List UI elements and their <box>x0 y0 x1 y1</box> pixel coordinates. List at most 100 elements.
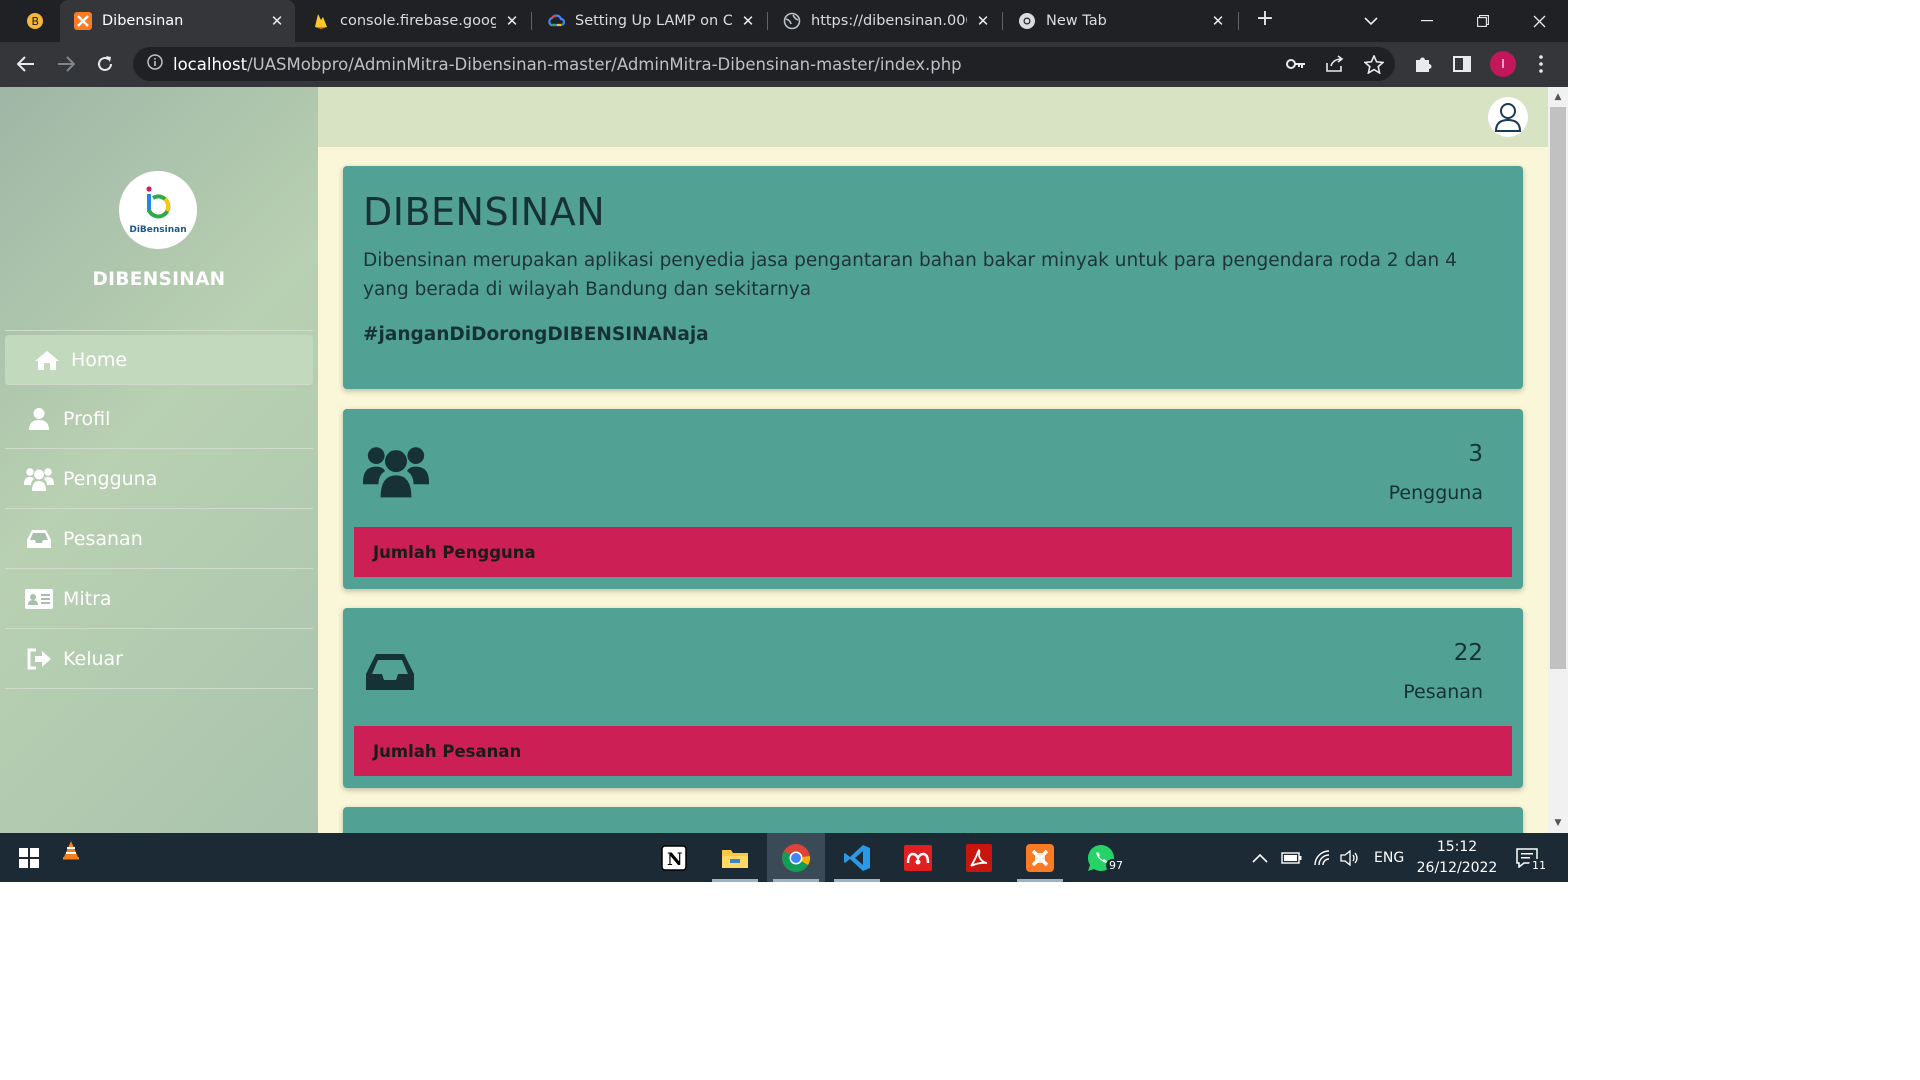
wifi-icon[interactable] <box>1313 833 1333 882</box>
address-bar[interactable]: localhost/UASMobpro/AdminMitra-Dibensina… <box>133 47 1395 81</box>
input-language[interactable]: ENG <box>1374 833 1404 882</box>
logo-text: DiBensinan <box>129 225 187 235</box>
volume-icon[interactable] <box>1340 833 1360 882</box>
side-panel-icon[interactable] <box>1450 52 1474 76</box>
tab-close-icon[interactable]: ✕ <box>269 12 285 30</box>
intro-jumbotron: DIBENSINAN Dibensinan merupakan aplikasi… <box>343 166 1523 389</box>
close-window-button[interactable] <box>1516 0 1562 42</box>
sidebar-item-mitra[interactable]: Mitra <box>5 569 313 629</box>
chrome-taskbar-icon[interactable] <box>767 833 825 882</box>
sidebar-nav: Home Profil Pengguna Pesanan Mitra Kelua… <box>5 330 313 689</box>
stat-card-pesanan: 22 Pesanan Jumlah Pesanan <box>343 608 1523 788</box>
profile-avatar[interactable]: I <box>1490 51 1516 77</box>
tab-new-tab[interactable]: New Tab ✕ <box>1004 0 1236 42</box>
sidebar-brand: DIBENSINAN <box>92 269 226 290</box>
app-open-indicator <box>773 879 819 882</box>
battery-icon[interactable] <box>1281 833 1303 882</box>
back-button[interactable] <box>12 50 40 78</box>
sidebar-item-label: Home <box>71 348 128 371</box>
tab-dibensinan[interactable]: Dibensinan ✕ <box>60 0 295 42</box>
tab-search-chevron-icon[interactable] <box>1348 0 1394 42</box>
sign-out-icon <box>23 645 55 673</box>
page-scrollbar[interactable]: ▲ ▼ <box>1548 87 1568 833</box>
share-icon[interactable] <box>1323 52 1347 76</box>
vscode-icon[interactable] <box>828 833 886 882</box>
stat-label: Pengguna <box>1388 482 1483 504</box>
tab-firebase[interactable]: console.firebase.google. ✕ <box>298 0 530 42</box>
clock-time: 15:12 <box>1436 839 1478 855</box>
inbox-icon <box>23 525 55 553</box>
sidebar: DiBensinan DIBENSINAN Home Profil Penggu… <box>0 87 318 833</box>
password-key-icon[interactable] <box>1284 52 1308 76</box>
url-host: localhost <box>173 54 248 74</box>
adobe-acrobat-icon[interactable] <box>950 833 1008 882</box>
mendeley-icon[interactable] <box>889 833 947 882</box>
vlc-icon[interactable] <box>42 825 100 874</box>
tab-close-icon[interactable]: ✕ <box>740 12 756 30</box>
file-explorer-icon[interactable] <box>706 833 764 882</box>
windows-taskbar: N 97 ENG 15:12 26/12/2022 11 <box>0 833 1568 882</box>
users-icon <box>23 465 55 493</box>
reload-button[interactable] <box>91 50 119 78</box>
app-open-indicator <box>834 879 880 882</box>
notion-app-icon[interactable]: N <box>645 833 703 882</box>
page-viewport: DiBensinan DIBENSINAN Home Profil Penggu… <box>0 87 1568 833</box>
xampp-favicon-icon <box>74 12 92 30</box>
scroll-up-arrow-icon[interactable]: ▲ <box>1548 89 1568 105</box>
app-open-indicator <box>712 879 758 882</box>
tab-title: Dibensinan <box>102 13 184 29</box>
tab-search-button[interactable]: B <box>18 0 54 42</box>
top-navbar <box>318 87 1548 147</box>
user-menu-button[interactable] <box>1488 97 1528 137</box>
stat-count: 3 <box>1468 441 1483 467</box>
xampp-taskbar-icon[interactable] <box>1011 833 1069 882</box>
new-tab-button[interactable]: + <box>1253 8 1277 32</box>
tray-overflow-chevron-icon[interactable] <box>1252 833 1268 882</box>
tab-close-icon[interactable]: ✕ <box>975 12 991 30</box>
tab-lamp-setup[interactable]: Setting Up LAMP on Co ✕ <box>533 0 766 42</box>
tab-title: https://dibensinan.000w <box>811 13 967 29</box>
tab-title: Setting Up LAMP on Co <box>575 13 732 29</box>
restore-button[interactable] <box>1460 0 1506 42</box>
stat-card-next <box>343 807 1523 833</box>
chrome-menu-icon[interactable] <box>1529 52 1553 76</box>
tab-close-icon[interactable]: ✕ <box>504 12 520 30</box>
windows-logo-icon <box>19 847 39 868</box>
tab-title: New Tab <box>1046 13 1107 29</box>
site-info-icon[interactable] <box>147 54 163 74</box>
chrome-favicon-icon <box>1018 12 1036 30</box>
tab-dibensinan-000webhost[interactable]: https://dibensinan.000w ✕ <box>769 0 1001 42</box>
taskbar-clock[interactable]: 15:12 26/12/2022 <box>1412 837 1502 879</box>
sidebar-item-profil[interactable]: Profil <box>5 389 313 449</box>
forward-button[interactable] <box>52 50 80 78</box>
scrollbar-thumb[interactable] <box>1550 107 1566 669</box>
browser-tab-bar: B Dibensinan ✕ console.firebase.google. … <box>0 0 1568 42</box>
sidebar-item-home[interactable]: Home <box>5 335 313 385</box>
user-icon <box>23 405 55 433</box>
sidebar-item-keluar[interactable]: Keluar <box>5 629 313 689</box>
sidebar-item-label: Mitra <box>63 587 112 610</box>
app-open-indicator <box>1017 879 1063 882</box>
sidebar-item-label: Pengguna <box>63 467 158 490</box>
stat-footer[interactable]: Jumlah Pesanan <box>354 726 1512 776</box>
stat-footer[interactable]: Jumlah Pengguna <box>354 527 1512 577</box>
notification-center-icon[interactable] <box>1516 833 1538 882</box>
sidebar-item-pesanan[interactable]: Pesanan <box>5 509 313 569</box>
page-hashtag: #janganDiDorongDIBENSINANaja <box>363 324 709 345</box>
main-content: DIBENSINAN Dibensinan merupakan aplikasi… <box>318 147 1548 833</box>
whatsapp-icon[interactable]: 97 <box>1072 833 1130 882</box>
sidebar-item-label: Keluar <box>63 647 123 670</box>
scroll-down-arrow-icon[interactable]: ▼ <box>1548 815 1568 831</box>
url-text: localhost/UASMobpro/AdminMitra-Dibensina… <box>173 55 962 74</box>
home-icon <box>31 346 63 374</box>
bookmark-star-icon[interactable] <box>1362 52 1386 76</box>
inbox-icon <box>363 650 417 698</box>
sidebar-item-pengguna[interactable]: Pengguna <box>5 449 313 509</box>
sidebar-item-label: Pesanan <box>63 527 143 550</box>
brand-logo: DiBensinan <box>119 171 197 249</box>
whatsapp-badge: 97 <box>1106 859 1126 872</box>
extensions-puzzle-icon[interactable] <box>1411 52 1435 76</box>
minimize-button[interactable] <box>1404 0 1450 42</box>
tab-close-icon[interactable]: ✕ <box>1210 12 1226 30</box>
firebase-favicon-icon <box>312 12 330 30</box>
